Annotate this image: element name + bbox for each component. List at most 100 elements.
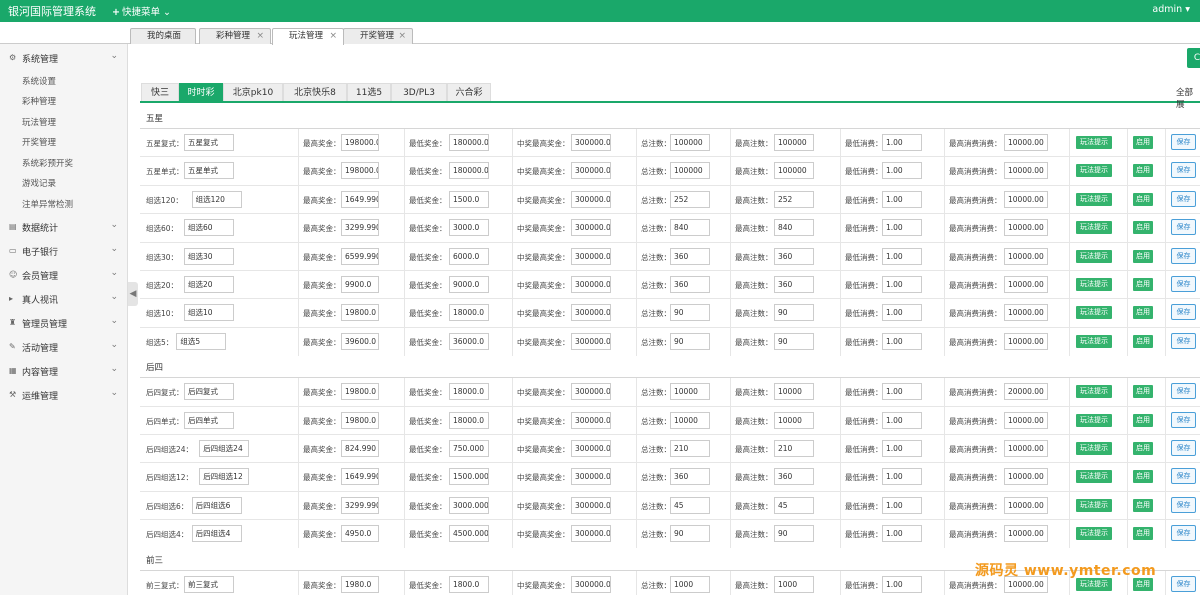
- sidebar-group-statistics[interactable]: ▤ 数据统计 ⌄: [0, 217, 128, 237]
- play-tips-button[interactable]: 玩法提示: [1076, 136, 1112, 149]
- mid-prize-input[interactable]: 300000.0: [571, 134, 611, 151]
- play-name-input[interactable]: 组选120: [191, 190, 242, 208]
- max-bets-input[interactable]: 90: [774, 304, 814, 322]
- max-spend-input[interactable]: 20000.00: [1004, 383, 1048, 401]
- max-spend-input[interactable]: 10000.00: [1004, 304, 1048, 322]
- play-name-input[interactable]: 组选30: [184, 247, 234, 265]
- lottery-tab-ssc[interactable]: 时时彩: [179, 83, 223, 102]
- min-prize-input[interactable]: 4500.000: [449, 525, 489, 543]
- sidebar-group-members[interactable]: ☺ 会员管理 ⌄: [0, 265, 128, 285]
- save-button[interactable]: 保存: [1171, 411, 1196, 428]
- min-prize-input[interactable]: 1500.0: [449, 190, 489, 208]
- sidebar-item-pre-draw[interactable]: 系统彩预开奖: [22, 157, 73, 169]
- quick-menu-button[interactable]: + 快捷菜单 ⌄: [112, 4, 171, 18]
- play-name-input[interactable]: 五星复式: [184, 134, 234, 151]
- total-bets-input[interactable]: 45: [670, 496, 710, 514]
- lottery-tab-pk10[interactable]: 北京pk10: [223, 83, 283, 102]
- save-button[interactable]: 保存: [1171, 276, 1196, 292]
- min-prize-input[interactable]: 180000.0: [449, 162, 489, 180]
- tab-desktop[interactable]: 我的桌面: [130, 28, 196, 44]
- lottery-tab-3d[interactable]: 3D/PL3: [391, 83, 447, 102]
- enable-button[interactable]: 启用: [1133, 527, 1153, 541]
- min-prize-input[interactable]: 3000.000: [449, 496, 489, 514]
- max-prize-input[interactable]: 19800.0: [341, 411, 379, 429]
- min-prize-input[interactable]: 36000.0: [449, 332, 489, 350]
- sidebar-item-system-settings[interactable]: 系统设置: [22, 75, 56, 87]
- save-button[interactable]: 保存: [1171, 190, 1196, 207]
- mid-prize-input[interactable]: 300000.0: [571, 440, 611, 457]
- total-bets-input[interactable]: 840: [670, 219, 710, 237]
- max-bets-input[interactable]: 252: [774, 190, 814, 208]
- user-menu[interactable]: admin ▾: [1152, 4, 1190, 15]
- mid-prize-input[interactable]: 300000.0: [571, 247, 611, 265]
- max-spend-input[interactable]: 10000.00: [1004, 134, 1048, 151]
- max-spend-input[interactable]: 10000.00: [1004, 276, 1048, 293]
- enable-button[interactable]: 启用: [1133, 249, 1153, 263]
- max-prize-input[interactable]: 824.990: [341, 440, 379, 457]
- play-name-input[interactable]: 后四单式: [184, 411, 234, 429]
- min-spend-input[interactable]: 1.00: [882, 332, 922, 350]
- close-icon[interactable]: ×: [329, 29, 337, 44]
- max-bets-input[interactable]: 90: [774, 525, 814, 543]
- min-spend-input[interactable]: 1.00: [882, 247, 922, 265]
- sidebar-item-game-records[interactable]: 游戏记录: [22, 177, 56, 189]
- play-tips-button[interactable]: 玩法提示: [1076, 221, 1112, 235]
- enable-button[interactable]: 启用: [1133, 413, 1153, 427]
- sidebar-group-system[interactable]: ⚙ 系统管理 ⌄: [0, 48, 128, 68]
- mid-prize-input[interactable]: 300000.0: [571, 190, 611, 208]
- max-spend-input[interactable]: 10000.00: [1004, 190, 1048, 208]
- min-spend-input[interactable]: 1.00: [882, 575, 922, 593]
- max-prize-input[interactable]: 6599.990: [341, 247, 379, 265]
- max-spend-input[interactable]: 10000.00: [1004, 219, 1048, 237]
- sidebar-group-live-video[interactable]: ▸ 真人视讯 ⌄: [0, 289, 128, 309]
- save-button[interactable]: 保存: [1171, 304, 1196, 321]
- max-bets-input[interactable]: 210: [774, 440, 814, 457]
- min-prize-input[interactable]: 1500.000: [449, 468, 489, 486]
- play-tips-button[interactable]: 玩法提示: [1076, 470, 1112, 484]
- play-name-input[interactable]: 前三复式: [184, 575, 234, 593]
- total-bets-input[interactable]: 100000: [670, 134, 710, 151]
- sidebar-group-ops[interactable]: ⚒ 运维管理 ⌄: [0, 385, 128, 405]
- enable-button[interactable]: 启用: [1133, 470, 1153, 484]
- play-name-input[interactable]: 组选10: [184, 304, 234, 322]
- total-bets-input[interactable]: 90: [670, 525, 710, 543]
- play-tips-button[interactable]: 玩法提示: [1076, 249, 1112, 263]
- play-name-input[interactable]: 后四组选24: [199, 440, 250, 457]
- lottery-tab-lhc[interactable]: 六合彩: [447, 83, 491, 102]
- close-icon[interactable]: ×: [398, 29, 406, 44]
- play-tips-button[interactable]: 玩法提示: [1076, 527, 1112, 541]
- max-prize-input[interactable]: 4950.0: [341, 525, 379, 543]
- sidebar-group-admins[interactable]: ♜ 管理员管理 ⌄: [0, 313, 128, 333]
- max-spend-input[interactable]: 10000.00: [1004, 162, 1048, 180]
- enable-button[interactable]: 启用: [1133, 192, 1153, 206]
- max-spend-input[interactable]: 10000.00: [1004, 468, 1048, 486]
- enable-button[interactable]: 启用: [1133, 221, 1153, 235]
- min-prize-input[interactable]: 1800.0: [449, 575, 489, 593]
- play-tips-button[interactable]: 玩法提示: [1076, 413, 1112, 427]
- max-spend-input[interactable]: 10000.00: [1004, 411, 1048, 429]
- mid-prize-input[interactable]: 300000.0: [571, 525, 611, 543]
- mid-prize-input[interactable]: 300000.0: [571, 496, 611, 514]
- mid-prize-input[interactable]: 300000.0: [571, 162, 611, 180]
- play-name-input[interactable]: 后四组选6: [191, 496, 242, 514]
- play-name-input[interactable]: 后四组选12: [199, 468, 250, 486]
- max-bets-input[interactable]: 10000: [774, 383, 814, 401]
- play-tips-button[interactable]: 玩法提示: [1076, 192, 1112, 206]
- total-bets-input[interactable]: 10000: [670, 383, 710, 401]
- max-bets-input[interactable]: 100000: [774, 134, 814, 151]
- save-button[interactable]: 保存: [1171, 468, 1196, 485]
- sidebar-collapse-handle[interactable]: ◀: [128, 282, 138, 306]
- max-prize-input[interactable]: 39600.0: [341, 332, 379, 350]
- play-tips-button[interactable]: 玩法提示: [1076, 278, 1112, 291]
- min-prize-input[interactable]: 18000.0: [449, 304, 489, 322]
- min-prize-input[interactable]: 3000.0: [449, 219, 489, 237]
- enable-button[interactable]: 启用: [1133, 278, 1153, 291]
- play-name-input[interactable]: 组选5: [176, 332, 227, 350]
- min-spend-input[interactable]: 1.00: [882, 276, 922, 293]
- min-spend-input[interactable]: 1.00: [882, 468, 922, 486]
- max-bets-input[interactable]: 10000: [774, 411, 814, 429]
- total-bets-input[interactable]: 252: [670, 190, 710, 208]
- enable-button[interactable]: 启用: [1133, 334, 1153, 348]
- min-spend-input[interactable]: 1.00: [882, 304, 922, 322]
- save-button[interactable]: 保存: [1171, 383, 1196, 400]
